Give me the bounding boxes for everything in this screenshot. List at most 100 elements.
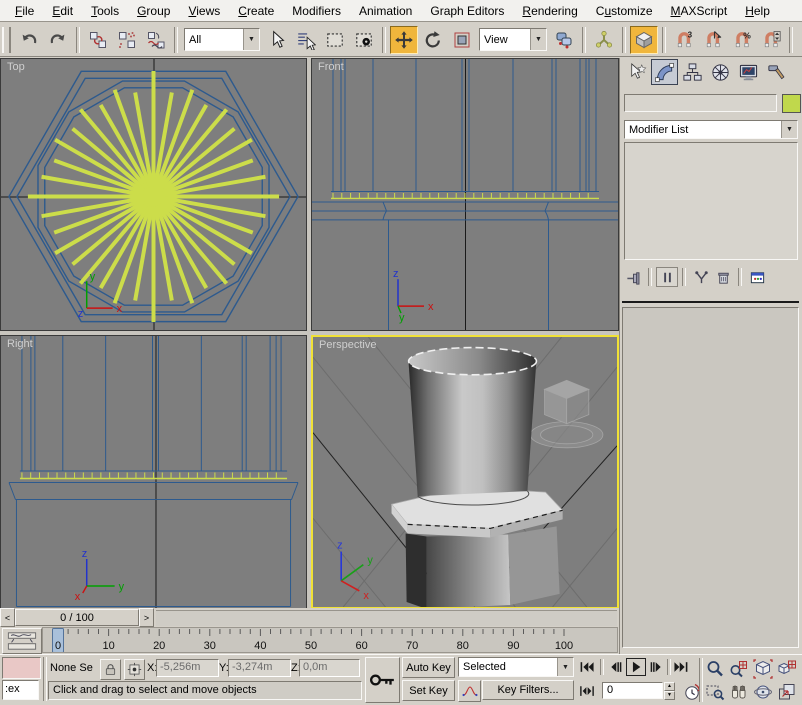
right-viewport-canvas[interactable]: z y x — [1, 336, 306, 608]
next-frame-button[interactable] — [649, 659, 665, 675]
spinner-up-icon[interactable]: ▲ — [664, 682, 675, 691]
x-coordinate-field[interactable]: -5,256m — [156, 659, 219, 677]
tab-utilities[interactable] — [763, 59, 790, 85]
chevron-down-icon[interactable]: ▼ — [243, 29, 259, 50]
tab-create[interactable] — [623, 59, 650, 85]
remove-modifier-button[interactable] — [712, 267, 734, 287]
menu-file[interactable]: File — [6, 1, 43, 21]
undo-button[interactable] — [15, 26, 43, 54]
chevron-down-icon[interactable]: ▼ — [557, 658, 573, 676]
select-rotate-button[interactable] — [419, 26, 447, 54]
menu-maxscript[interactable]: MAXScript — [662, 1, 737, 21]
zoom-extents-all-button[interactable] — [776, 658, 797, 679]
frame-spinner[interactable]: ▲ ▼ — [664, 682, 675, 699]
menu-group[interactable]: Group — [128, 1, 179, 21]
select-link-button[interactable] — [84, 26, 112, 54]
time-slider-frame-display[interactable]: 0 / 100 — [15, 609, 139, 626]
zoom-extents-button[interactable] — [752, 658, 773, 679]
menu-tools[interactable]: Tools — [82, 1, 128, 21]
auto-key-button[interactable]: Auto Key — [402, 657, 455, 678]
viewport-right[interactable]: z y x Right — [0, 335, 307, 609]
menu-rendering[interactable]: Rendering — [513, 1, 586, 21]
bind-spacewarp-button[interactable] — [142, 26, 170, 54]
spinner-snap-button[interactable] — [757, 26, 785, 54]
menu-graph-editors[interactable]: Graph Editors — [421, 1, 513, 21]
snaps-toggle-button[interactable]: 3 — [670, 26, 698, 54]
set-key-button[interactable]: Set Key — [402, 680, 455, 701]
maxscript-listener-pane[interactable]: :ex — [2, 680, 39, 700]
menu-edit[interactable]: Edit — [43, 1, 82, 21]
show-end-result-button[interactable] — [656, 267, 678, 287]
y-coordinate-field[interactable]: -3,274m — [228, 659, 291, 677]
time-slider-track[interactable] — [156, 610, 617, 626]
selection-filter-dropdown[interactable]: All▼ — [184, 28, 260, 51]
arc-rotate-button[interactable] — [752, 681, 773, 702]
modifier-list-dropdown[interactable]: Modifier List ▼ — [624, 120, 798, 139]
angle-snap-button[interactable] — [699, 26, 727, 54]
tab-motion[interactable] — [707, 59, 734, 85]
select-object-button[interactable] — [263, 26, 291, 54]
previous-frame-button[interactable] — [606, 659, 623, 675]
selection-lock-button[interactable] — [100, 659, 121, 680]
menu-modifiers[interactable]: Modifiers — [283, 1, 350, 21]
front-viewport-canvas[interactable]: z x y — [312, 59, 618, 330]
tab-modify[interactable] — [651, 59, 678, 85]
maximize-viewport-button[interactable] — [776, 681, 797, 702]
current-frame-field[interactable]: 0 — [602, 682, 663, 699]
menu-animation[interactable]: Animation — [350, 1, 421, 21]
viewport-label-top[interactable]: Top — [7, 61, 25, 73]
viewport-front[interactable]: z x y Front — [311, 58, 619, 331]
zoom-region-button[interactable] — [704, 681, 725, 702]
reference-coord-dropdown[interactable]: View▼ — [479, 28, 547, 51]
select-scale-button[interactable] — [448, 26, 476, 54]
toolbar-grip[interactable] — [2, 27, 11, 53]
tab-hierarchy[interactable] — [679, 59, 706, 85]
chevron-down-icon[interactable]: ▼ — [530, 29, 546, 50]
time-configuration-button[interactable] — [681, 681, 700, 700]
pan-button[interactable] — [728, 681, 749, 702]
mini-curve-editor-button[interactable] — [2, 628, 42, 654]
perspective-viewport-canvas[interactable]: z y x — [313, 337, 617, 607]
viewport-label-front[interactable]: Front — [318, 61, 344, 73]
zoom-button[interactable] — [704, 658, 725, 679]
object-color-swatch[interactable] — [782, 94, 801, 113]
select-manipulate-button[interactable] — [590, 26, 618, 54]
menu-views[interactable]: Views — [179, 1, 229, 21]
menu-help[interactable]: Help — [736, 1, 779, 21]
menu-customize[interactable]: Customize — [587, 1, 662, 21]
spinner-down-icon[interactable]: ▼ — [664, 691, 675, 700]
pin-stack-button[interactable] — [622, 267, 644, 287]
unlink-button[interactable] — [113, 26, 141, 54]
viewport-top[interactable]: y x z Top — [0, 58, 307, 331]
top-viewport-canvas[interactable]: y x z — [1, 59, 306, 330]
track-ruler[interactable]: 0102030405060708090100 — [42, 627, 618, 653]
keyboard-override-button[interactable] — [630, 26, 658, 54]
window-crossing-button[interactable] — [350, 26, 378, 54]
select-move-button[interactable] — [390, 26, 418, 54]
rollout-area[interactable] — [622, 307, 799, 648]
macro-recorder-pane[interactable] — [2, 657, 41, 679]
default-tangent-button[interactable] — [458, 680, 481, 702]
redo-button[interactable] — [44, 26, 72, 54]
viewport-label-right[interactable]: Right — [7, 338, 33, 350]
viewport-perspective[interactable]: z y x Perspective — [311, 335, 619, 609]
absolute-offset-toggle[interactable] — [124, 659, 145, 680]
modifier-stack-list[interactable] — [624, 142, 798, 260]
viewport-label-perspective[interactable]: Perspective — [319, 339, 376, 351]
rect-region-button[interactable] — [321, 26, 349, 54]
configure-sets-button[interactable] — [746, 267, 768, 287]
go-to-end-button[interactable] — [671, 659, 690, 675]
zoom-all-button[interactable] — [728, 658, 749, 679]
key-scope-dropdown[interactable]: Selected ▼ — [458, 657, 574, 677]
time-slider-next-button[interactable]: > — [139, 608, 154, 627]
tab-display[interactable] — [735, 59, 762, 85]
key-mode-toggle[interactable] — [578, 683, 595, 699]
select-by-name-button[interactable] — [292, 26, 320, 54]
set-key-mode-button[interactable] — [365, 657, 400, 703]
time-slider-prev-button[interactable]: < — [0, 608, 15, 627]
percent-snap-button[interactable]: % — [728, 26, 756, 54]
chevron-down-icon[interactable]: ▼ — [781, 121, 797, 138]
play-button[interactable] — [626, 658, 646, 676]
object-name-field[interactable] — [624, 94, 777, 112]
use-center-button[interactable] — [550, 26, 578, 54]
